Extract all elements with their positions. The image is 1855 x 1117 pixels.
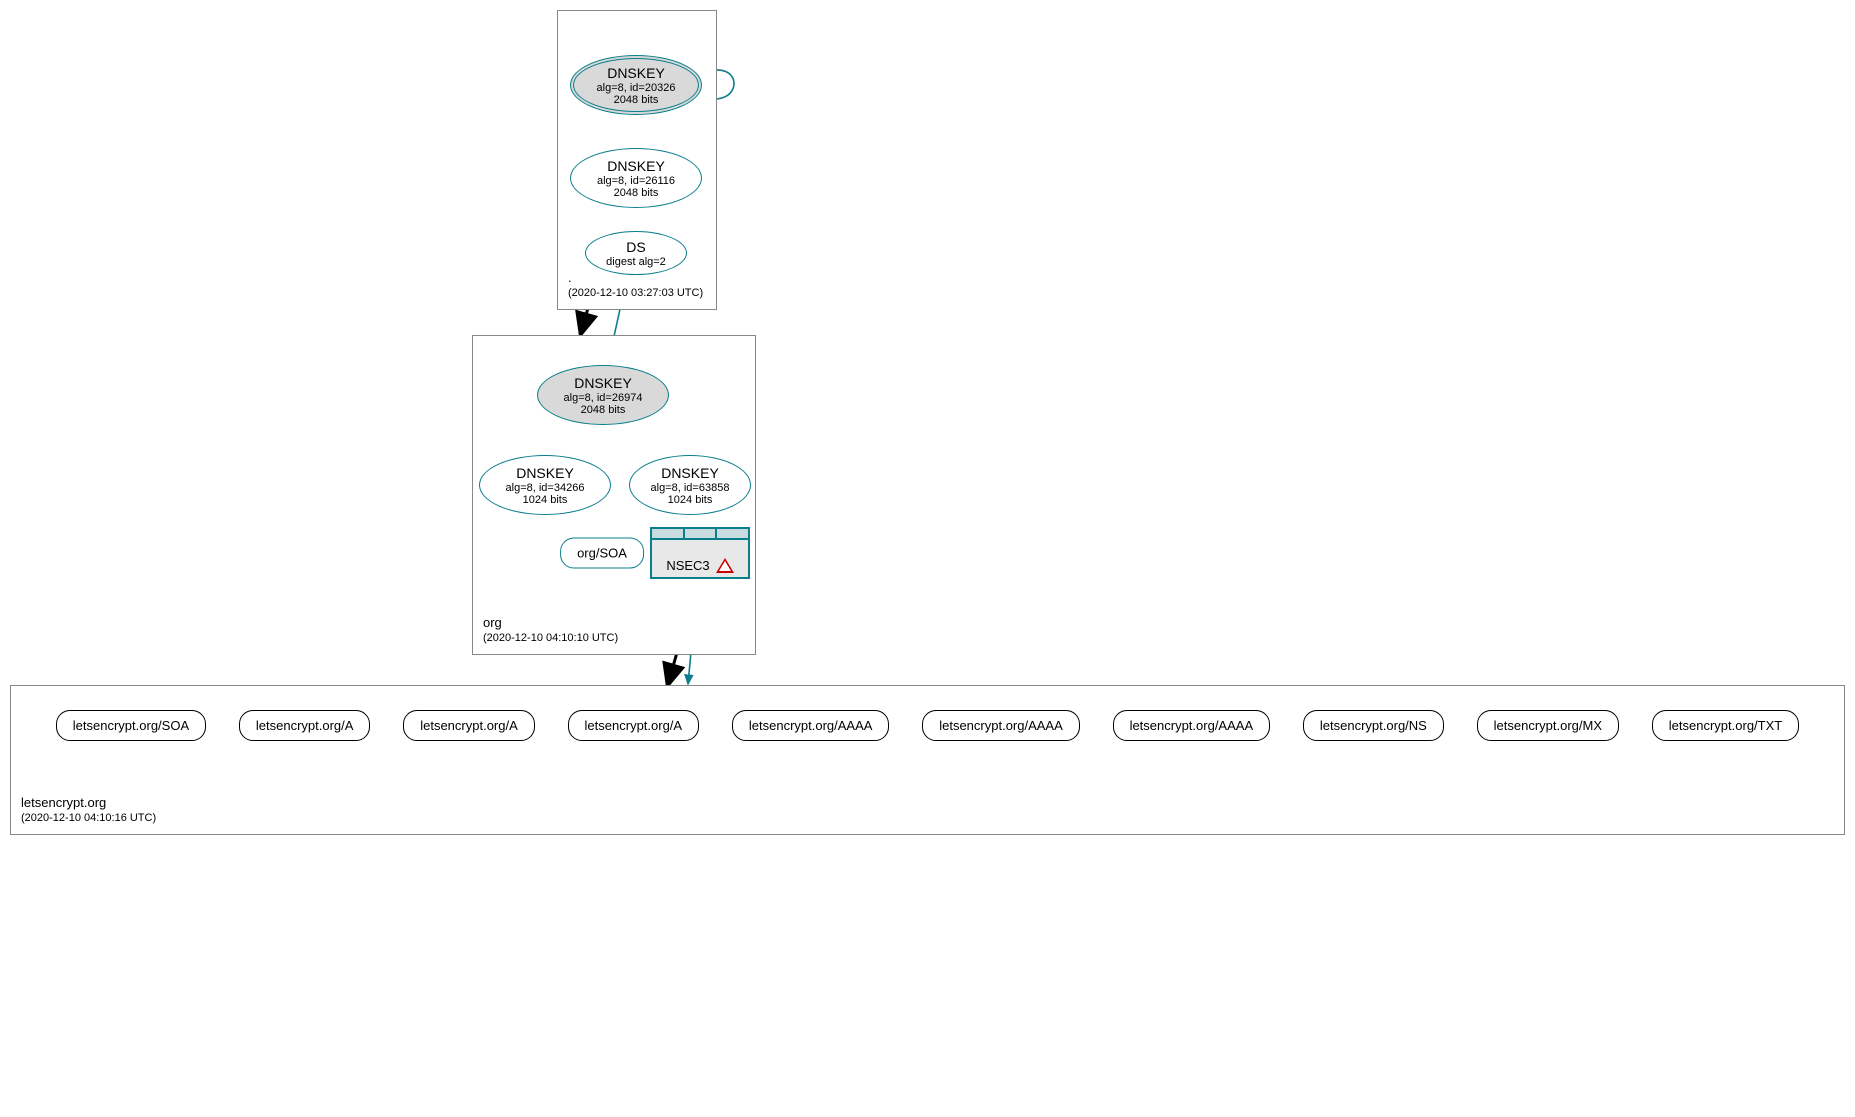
zone-le-label: letsencrypt.org (2020-12-10 04:10:16 UTC… <box>21 794 156 826</box>
rrset-node[interactable]: letsencrypt.org/AAAA <box>922 710 1080 741</box>
rrset-node[interactable]: letsencrypt.org/NS <box>1303 710 1444 741</box>
rrset-node[interactable]: letsencrypt.org/AAAA <box>1113 710 1271 741</box>
node-root-ksk[interactable]: DNSKEY alg=8, id=20326 2048 bits <box>570 55 702 115</box>
node-root-zsk[interactable]: DNSKEY alg=8, id=26116 2048 bits <box>570 148 702 208</box>
rrset-node[interactable]: letsencrypt.org/AAAA <box>732 710 890 741</box>
rrset-node[interactable]: letsencrypt.org/SOA <box>56 710 206 741</box>
node-nsec3[interactable]: NSEC3 <box>650 527 750 579</box>
node-org-ksk[interactable]: DNSKEY alg=8, id=26974 2048 bits <box>537 365 669 425</box>
node-org-zsk-b[interactable]: DNSKEY alg=8, id=63858 1024 bits <box>629 455 751 515</box>
rrset-node[interactable]: letsencrypt.org/TXT <box>1652 710 1799 741</box>
node-org-soa[interactable]: org/SOA <box>560 538 644 569</box>
zone-le-name: letsencrypt.org <box>21 794 156 812</box>
warning-icon <box>716 558 734 573</box>
zone-letsencrypt: letsencrypt.org/SOA letsencrypt.org/A lets… <box>10 685 1845 835</box>
zone-org-ts: (2020-12-10 04:10:10 UTC) <box>483 631 618 646</box>
rrset-node[interactable]: letsencrypt.org/A <box>568 710 700 741</box>
zone-root-ts: (2020-12-10 03:27:03 UTC) <box>568 286 703 301</box>
rrset-node[interactable]: letsencrypt.org/MX <box>1477 710 1619 741</box>
zone-org-name: org <box>483 614 618 632</box>
rrset-row: letsencrypt.org/SOA letsencrypt.org/A lets… <box>11 710 1844 741</box>
edge-layer <box>0 0 1855 1117</box>
rrset-node[interactable]: letsencrypt.org/A <box>239 710 371 741</box>
zone-org-label: org (2020-12-10 04:10:10 UTC) <box>483 614 618 646</box>
node-root-ds[interactable]: DS digest alg=2 <box>585 231 687 275</box>
zone-le-ts: (2020-12-10 04:10:16 UTC) <box>21 811 156 826</box>
rrset-node[interactable]: letsencrypt.org/A <box>403 710 535 741</box>
node-org-zsk-a[interactable]: DNSKEY alg=8, id=34266 1024 bits <box>479 455 611 515</box>
